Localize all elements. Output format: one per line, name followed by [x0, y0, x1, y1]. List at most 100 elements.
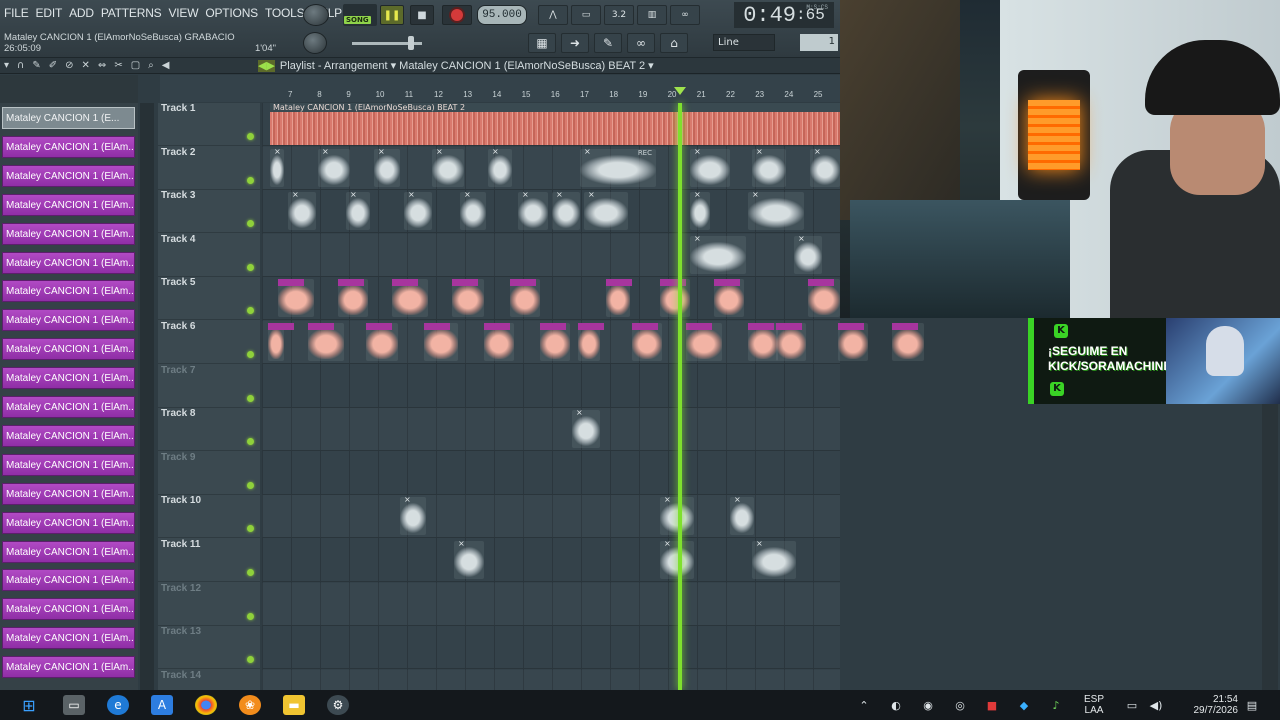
channel-rack-item[interactable]: Mataley CANCION 1 (ElAm...: [2, 424, 135, 447]
audio-clip[interactable]: [392, 279, 428, 318]
audio-clip[interactable]: [338, 279, 368, 318]
track-lane[interactable]: × × ×: [262, 539, 840, 582]
step-edit-icon[interactable]: ▥: [637, 5, 667, 25]
countdown-icon[interactable]: 3.2: [604, 5, 634, 25]
audio-clip[interactable]: ×: [752, 147, 786, 187]
audio-clip[interactable]: ×: [730, 495, 754, 536]
menu-options[interactable]: OPTIONS: [205, 6, 258, 20]
channel-rack-item[interactable]: Mataley CANCION 1 (ElAm...: [2, 482, 135, 505]
channel-rack-item[interactable]: Mataley CANCION 1 (ElAm...: [2, 251, 135, 274]
mute-icon[interactable]: ✕: [82, 60, 90, 71]
song-position-marker[interactable]: [674, 87, 686, 95]
audio-clip[interactable]: ×: [346, 190, 370, 231]
tray-red-icon[interactable]: ■: [984, 697, 1000, 713]
track-lane[interactable]: × ×: [262, 234, 840, 277]
track-lane[interactable]: [262, 277, 840, 321]
pitch-knob[interactable]: [303, 4, 329, 26]
clip-close-icon[interactable]: ×: [694, 190, 701, 199]
current-pattern[interactable]: Mataley CANCION 1 (ElAmorNoSeBusca) BEAT…: [399, 60, 645, 72]
audio-clip[interactable]: [776, 323, 806, 361]
clip-close-icon[interactable]: ×: [556, 190, 563, 199]
notification-icon[interactable]: ▤: [1244, 697, 1260, 713]
clip-close-icon[interactable]: ×: [752, 190, 759, 199]
clip-tab[interactable]: [392, 279, 418, 287]
audio-clip[interactable]: ×: [552, 190, 580, 231]
clip-close-icon[interactable]: ×: [436, 147, 443, 156]
audio-clip[interactable]: ×: [584, 190, 628, 231]
clip-close-icon[interactable]: ×: [694, 147, 701, 156]
zoom-icon[interactable]: ⌕: [148, 60, 154, 71]
clip-tab[interactable]: [578, 323, 604, 330]
audio-clip[interactable]: ×: [794, 234, 822, 274]
tray-app-icon[interactable]: ◐: [888, 697, 904, 713]
pattern-song-toggle[interactable]: SONG: [343, 4, 377, 26]
beat-audio-clip[interactable]: Mataley CANCION 1 (ElAmorNoSeBusca) BEAT…: [270, 103, 840, 145]
volume-icon[interactable]: ◀): [1148, 697, 1164, 713]
channel-rack-item[interactable]: Mataley CANCION 1 (ElAm...: [2, 309, 135, 332]
track-header[interactable]: Track 1: [158, 103, 260, 146]
audio-clip[interactable]: [366, 323, 398, 361]
track-header[interactable]: Track 11: [158, 539, 260, 582]
audio-clip[interactable]: ×: [488, 147, 512, 187]
clip-close-icon[interactable]: ×: [584, 147, 591, 156]
edge-icon[interactable]: e: [107, 695, 129, 715]
clip-tab[interactable]: [606, 279, 632, 287]
audio-clip[interactable]: [660, 279, 690, 318]
audio-clip[interactable]: ×: [660, 495, 694, 536]
link-icon[interactable]: ∞: [627, 33, 655, 53]
audio-clip[interactable]: [452, 279, 484, 318]
audio-clip[interactable]: [484, 323, 514, 361]
arrow-icon[interactable]: ➜: [561, 33, 589, 53]
clip-tab[interactable]: [540, 323, 566, 330]
audio-clip[interactable]: ×: [460, 190, 486, 231]
clip-close-icon[interactable]: ×: [408, 190, 415, 199]
play-pattern-icon[interactable]: ◀▶: [258, 60, 275, 72]
track-mute-led[interactable]: [247, 656, 254, 664]
track-header[interactable]: Track 3: [158, 190, 260, 234]
menu-arrow-icon[interactable]: ▾: [4, 60, 9, 71]
clip-close-icon[interactable]: ×: [694, 234, 701, 243]
clip-close-icon[interactable]: ×: [756, 147, 763, 156]
clip-tab[interactable]: [686, 323, 712, 330]
clip-tab[interactable]: [748, 323, 774, 330]
clip-tab[interactable]: [308, 323, 334, 330]
delete-icon[interactable]: ⊘: [65, 60, 73, 71]
channel-rack-item[interactable]: Mataley CANCION 1 (ElAm...: [2, 193, 135, 216]
channel-rack-item[interactable]: Mataley CANCION 1 (ElAm...: [2, 135, 135, 158]
tray-steam-icon[interactable]: ◎: [952, 697, 968, 713]
audio-clip[interactable]: [892, 323, 924, 361]
clip-close-icon[interactable]: ×: [378, 147, 385, 156]
track-mute-led[interactable]: [247, 176, 254, 184]
clip-tab[interactable]: [278, 279, 304, 287]
audio-clip[interactable]: [308, 323, 344, 361]
track-lane[interactable]: × × × × × × REC × × ×: [262, 147, 840, 190]
tray-expand-icon[interactable]: ⌃: [856, 697, 872, 713]
audio-clip[interactable]: ×: [690, 147, 730, 187]
rack-scrollbar[interactable]: [140, 103, 154, 690]
channel-rack-item[interactable]: Mataley CANCION 1 (ElAm...: [2, 511, 135, 534]
track-header[interactable]: Track 8: [158, 408, 260, 452]
channel-rack-item[interactable]: Mataley CANCION 1 (ElAm...: [2, 396, 135, 418]
clip-close-icon[interactable]: ×: [458, 539, 465, 548]
channel-rack-item[interactable]: Mataley CANCION 1 (ElAm...: [2, 627, 135, 650]
draw-icon[interactable]: ✎: [32, 60, 40, 71]
track-header[interactable]: Track 5: [158, 277, 260, 321]
select-icon[interactable]: ▢: [131, 60, 140, 71]
stamp-icon[interactable]: ⌂: [660, 33, 688, 53]
clip-tab[interactable]: [424, 323, 450, 330]
audio-clip[interactable]: ×: [432, 147, 464, 187]
track-header[interactable]: Track 12: [158, 583, 260, 626]
track-header[interactable]: Track 4: [158, 234, 260, 277]
clip-close-icon[interactable]: ×: [814, 147, 821, 156]
clip-tab[interactable]: [484, 323, 510, 330]
track-header[interactable]: Track 2: [158, 147, 260, 190]
audio-clip[interactable]: × REC: [580, 147, 656, 187]
network-icon[interactable]: ▭: [1124, 697, 1140, 713]
track-mute-led[interactable]: [247, 351, 254, 358]
metronome-icon[interactable]: ⋀: [538, 5, 568, 25]
audio-clip[interactable]: ×: [400, 495, 426, 536]
menu-patterns[interactable]: PATTERNS: [101, 6, 162, 20]
clip-close-icon[interactable]: ×: [464, 190, 471, 199]
track-mute-led[interactable]: [247, 394, 254, 402]
tray-chat-icon[interactable]: ◉: [920, 697, 936, 713]
